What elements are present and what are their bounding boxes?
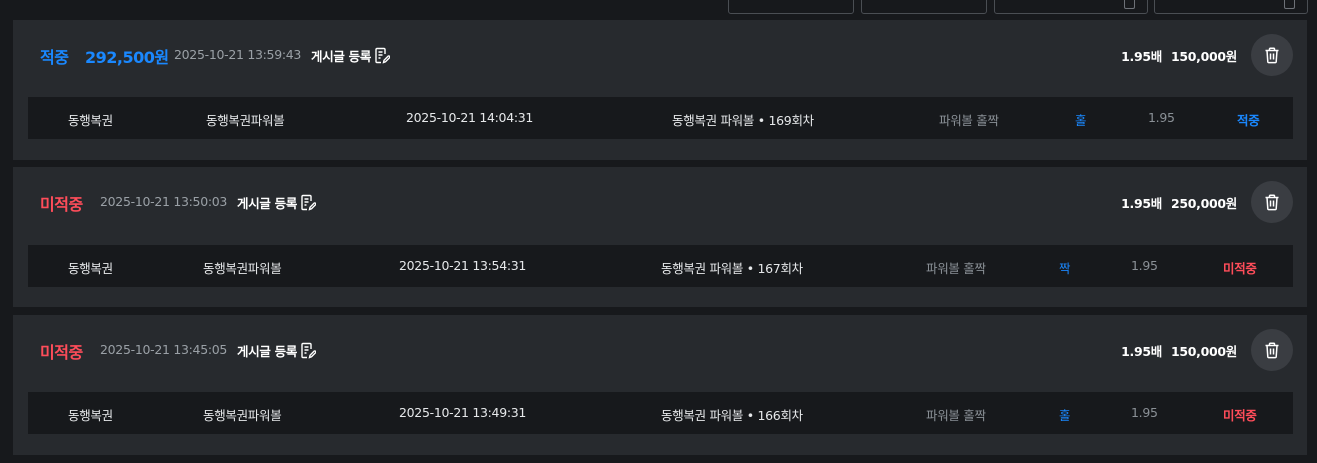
- game-category: 동행복권파워볼: [206, 113, 285, 128]
- delete-button[interactable]: [1251, 34, 1293, 76]
- bet-pick: 홀: [1059, 408, 1071, 423]
- bet-timestamp: 2025-10-21 13:59:43: [174, 47, 302, 62]
- bet-card: 적중 292,500원 2025-10-21 13:59:43 게시글 등록 1…: [13, 20, 1307, 160]
- bet-card-header: 적중 292,500원 2025-10-21 13:59:43 게시글 등록 1…: [13, 20, 1307, 90]
- filter-button-4[interactable]: [1154, 0, 1308, 14]
- bet-rate: 1.95: [1131, 258, 1158, 273]
- bet-card-header: 미적중 2025-10-21 13:45:05 게시글 등록 1.95배 150,…: [13, 315, 1307, 385]
- bet-amount: 150,000원: [1170, 344, 1237, 359]
- post-register-button[interactable]: 게시글 등록: [311, 46, 391, 65]
- trash-icon: [1265, 342, 1279, 358]
- odds: 1.95배: [1121, 196, 1162, 211]
- post-register-button[interactable]: 게시글 등록: [237, 193, 317, 212]
- draw-round: 동행복권 파워볼 • 166회차: [661, 408, 803, 423]
- odds: 1.95배: [1121, 344, 1162, 359]
- bet-type: 파워볼 홀짝: [939, 113, 999, 128]
- bet-result: 적중: [1237, 113, 1260, 128]
- bet-pick: 짝: [1059, 261, 1071, 276]
- draw-round: 동행복권 파워볼 • 167회차: [661, 261, 803, 276]
- game-name: 동행복권: [68, 408, 113, 423]
- game-name: 동행복권: [68, 113, 113, 128]
- filter-bar: [0, 0, 1317, 14]
- post-register-label: 게시글 등록: [311, 49, 372, 64]
- odds-amount: 1.95배 150,000원: [1121, 46, 1237, 65]
- filter-button-3[interactable]: [994, 0, 1148, 14]
- draw-time: 2025-10-21 13:54:31: [399, 258, 527, 273]
- odds: 1.95배: [1121, 49, 1162, 64]
- post-register-label: 게시글 등록: [237, 344, 298, 359]
- bet-rate: 1.95: [1148, 110, 1175, 125]
- draw-round: 동행복권 파워볼 • 169회차: [672, 113, 814, 128]
- edit-document-icon: [301, 342, 317, 359]
- odds-amount: 1.95배 150,000원: [1121, 341, 1237, 360]
- game-category: 동행복권파워볼: [203, 408, 282, 423]
- bet-detail-row: 동행복권 동행복권파워볼 2025-10-21 13:49:31 동행복권 파워…: [28, 392, 1293, 434]
- filter-button-2[interactable]: [861, 0, 987, 14]
- bet-card: 미적중 2025-10-21 13:50:03 게시글 등록 1.95배 250,…: [13, 167, 1307, 307]
- bet-timestamp: 2025-10-21 13:45:05: [100, 342, 228, 357]
- bet-pick: 홀: [1075, 113, 1087, 128]
- calendar-icon: [1124, 0, 1135, 9]
- bet-status: 미적중: [40, 343, 83, 362]
- post-register-label: 게시글 등록: [237, 196, 298, 211]
- game-category: 동행복권파워볼: [203, 261, 282, 276]
- game-name: 동행복권: [68, 261, 113, 276]
- bet-type: 파워볼 홀짝: [926, 261, 986, 276]
- filter-button-1[interactable]: [728, 0, 854, 14]
- bet-timestamp: 2025-10-21 13:50:03: [100, 194, 228, 209]
- bet-detail-row: 동행복권 동행복권파워볼 2025-10-21 13:54:31 동행복권 파워…: [28, 245, 1293, 287]
- trash-icon: [1265, 194, 1279, 210]
- delete-button[interactable]: [1251, 181, 1293, 223]
- bet-status: 미적중: [40, 195, 83, 214]
- delete-button[interactable]: [1251, 329, 1293, 371]
- post-register-button[interactable]: 게시글 등록: [237, 341, 317, 360]
- payout-amount: 292,500원: [85, 48, 169, 67]
- trash-icon: [1265, 47, 1279, 63]
- bet-result: 미적중: [1223, 261, 1257, 276]
- bet-result: 미적중: [1223, 408, 1257, 423]
- edit-document-icon: [375, 47, 391, 64]
- bet-amount: 250,000원: [1170, 196, 1237, 211]
- bet-amount: 150,000원: [1170, 49, 1237, 64]
- bet-card: 미적중 2025-10-21 13:45:05 게시글 등록 1.95배 150,…: [13, 315, 1307, 455]
- bet-card-header: 미적중 2025-10-21 13:50:03 게시글 등록 1.95배 250,…: [13, 167, 1307, 237]
- draw-time: 2025-10-21 13:49:31: [399, 405, 527, 420]
- draw-time: 2025-10-21 14:04:31: [406, 110, 534, 125]
- bet-rate: 1.95: [1131, 405, 1158, 420]
- bet-detail-row: 동행복권 동행복권파워볼 2025-10-21 14:04:31 동행복권 파워…: [28, 97, 1293, 139]
- edit-document-icon: [301, 194, 317, 211]
- odds-amount: 1.95배 250,000원: [1121, 193, 1237, 212]
- calendar-icon: [1284, 0, 1295, 9]
- bet-status: 적중: [40, 48, 69, 67]
- bet-type: 파워볼 홀짝: [926, 408, 986, 423]
